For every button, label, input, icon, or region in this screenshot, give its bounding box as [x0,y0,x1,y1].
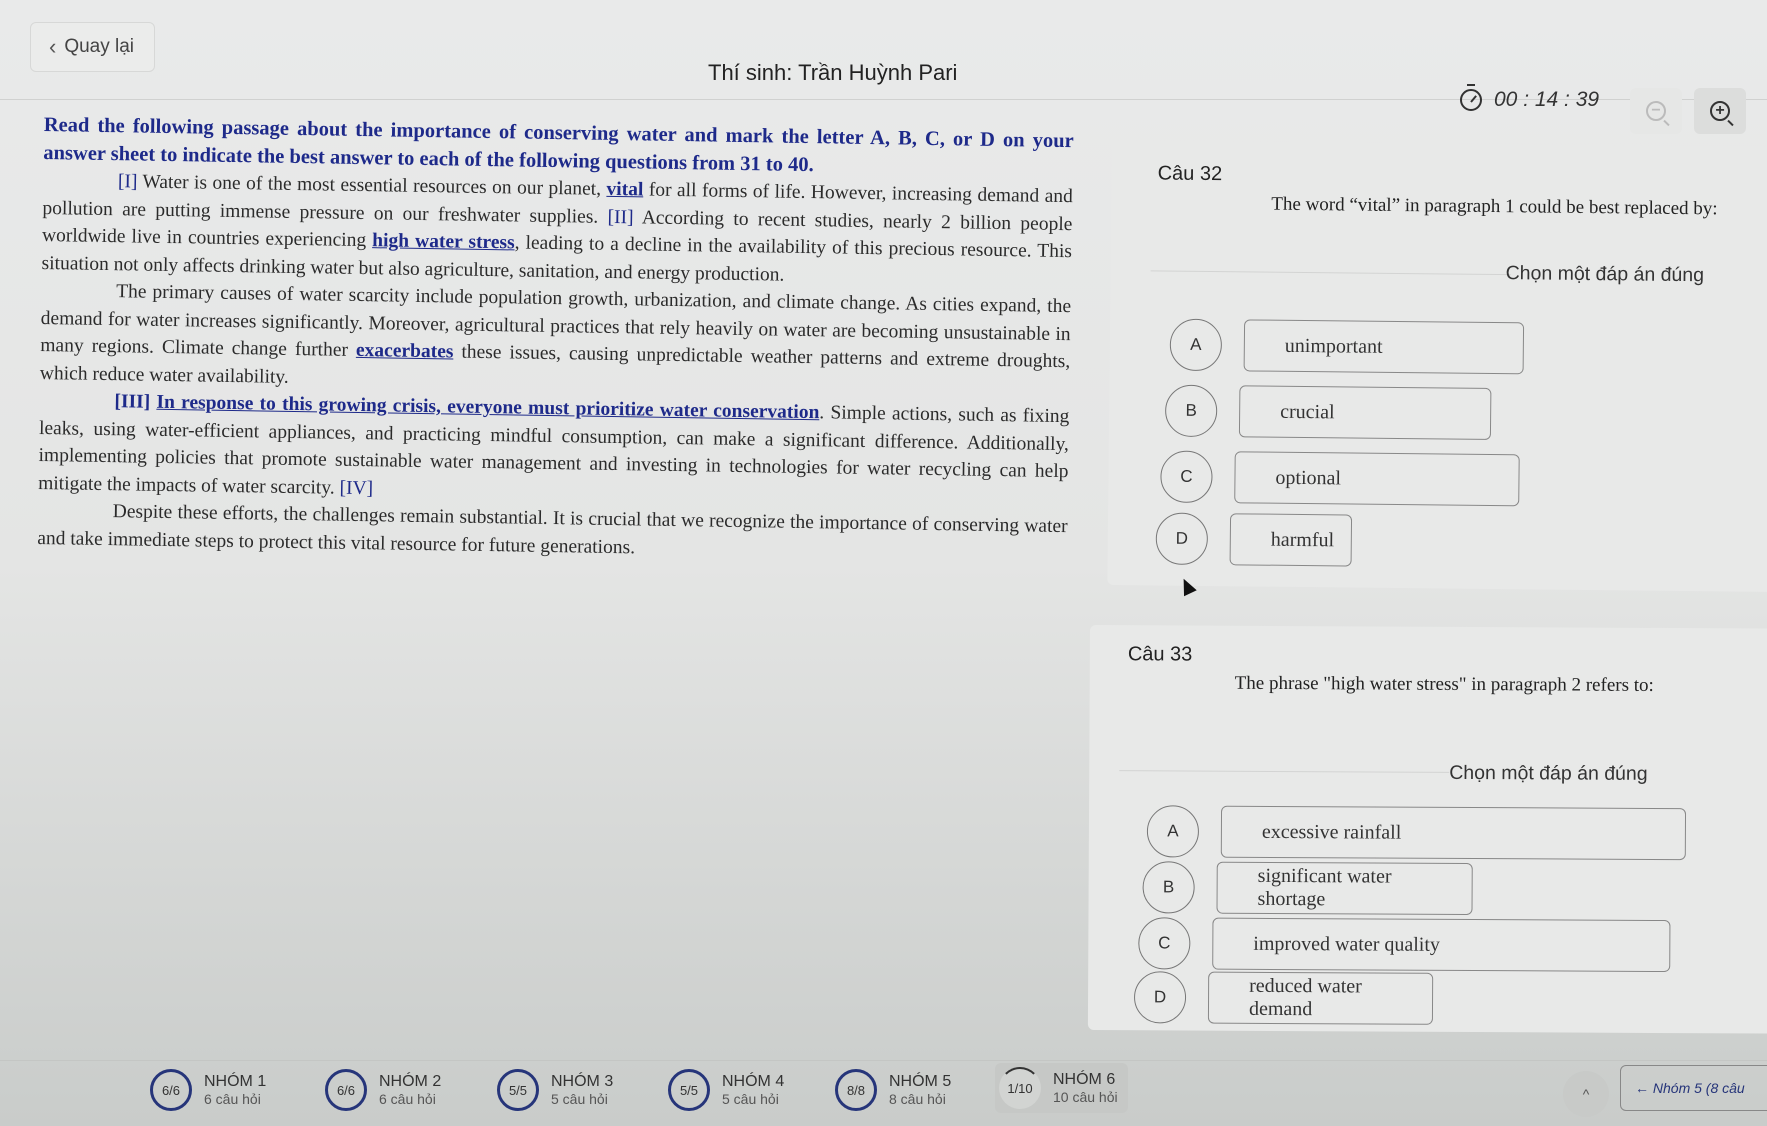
group-count: 5 câu hỏi [722,1091,779,1107]
answer-option-c[interactable]: C improved water quality [1138,917,1671,973]
divider [1119,770,1450,773]
answer-option-b[interactable]: B crucial [1164,384,1492,440]
answer-option-b[interactable]: B significant water shortage [1142,861,1473,916]
question-card: Câu 33 The phrase "high water stress" in… [1087,625,1767,1034]
text: Water is one of the most essential resou… [137,171,607,200]
group-name: NHÓM 1 [204,1073,267,1090]
group-navigation: 6/6 NHÓM 16 câu hỏi 6/6 NHÓM 26 câu hỏi … [0,1060,1767,1126]
option-letter: A [1169,318,1223,372]
zoom-in-icon: + [1710,101,1730,121]
divider [1150,270,1511,276]
zoom-out-icon: − [1646,101,1666,121]
answer-option-d[interactable]: D reduced water demand [1133,971,1434,1025]
highlighted-word: exacerbates [355,339,454,363]
answer-option-a[interactable]: A unimportant [1169,318,1525,375]
group-name: NHÓM 3 [551,1073,614,1090]
group-count: 10 câu hỏi [1053,1089,1118,1105]
paragraph-marker: [I] [117,171,138,193]
paragraph-marker: [II] [607,206,634,228]
group-name: NHÓM 4 [722,1073,785,1090]
candidate-name: Thí sinh: Trần Huỳnh Pari [708,60,958,85]
highlighted-word: vital [606,178,644,201]
question-card: Câu 32 The word “vital” in paragraph 1 c… [1107,140,1767,593]
back-label: Quay lại [64,36,135,57]
question-number: Câu 32 [1157,162,1223,186]
exam-screen: ‹ Quay lại Thí sinh: Trần Huỳnh Pari 00 … [0,0,1767,1126]
option-letter: D [1155,512,1209,566]
option-text: crucial [1238,385,1492,440]
progress-ring: 5/5 [668,1069,710,1111]
option-text: significant water shortage [1216,861,1473,916]
paragraph-marker: [III] [114,391,151,413]
group-tab[interactable]: 5/5 NHÓM 45 câu hỏi [668,1069,784,1111]
back-button[interactable]: ‹ Quay lại [30,22,155,72]
option-letter: A [1146,805,1200,858]
option-text: optional [1234,451,1520,507]
timer: 00 : 14 : 39 [1460,84,1600,112]
option-text: improved water quality [1212,917,1671,973]
answer-option-a[interactable]: A excessive rainfall [1146,805,1687,861]
group-count: 6 câu hỏi [379,1091,436,1107]
progress-ring: 5/5 [497,1069,539,1111]
header: ‹ Quay lại Thí sinh: Trần Huỳnh Pari 00 … [0,0,1767,134]
option-letter: C [1160,450,1213,504]
chevron-left-icon: ‹ [49,34,57,59]
option-letter: C [1138,917,1191,970]
answer-option-d[interactable]: D harmful [1155,512,1353,567]
option-letter: B [1164,384,1218,438]
option-letter: D [1133,971,1187,1024]
paragraph-marker: [IV] [339,477,374,499]
question-number: Câu 33 [1127,643,1193,666]
progress-ring: 1/10 [999,1067,1041,1109]
choose-one-label: Chọn một đáp án đúng [1449,761,1648,785]
progress-ring: 6/6 [150,1069,192,1111]
highlighted-phrase: high water stress [372,230,515,254]
zoom-out-button[interactable]: − [1630,88,1682,134]
paragraph-1: [I] Water is one of the most essential r… [41,167,1073,293]
paragraph-3: [III] In response to this growing crisis… [38,387,1070,513]
group-count: 6 câu hỏi [204,1091,261,1107]
stopwatch-icon [1460,84,1482,111]
zoom-in-button[interactable]: + [1694,88,1746,134]
group-tab-active[interactable]: 1/10 NHÓM 6 10 câu hỏi [995,1063,1128,1113]
paragraph-2: The primary causes of water scarcity inc… [40,277,1072,403]
scroll-up-button[interactable]: ^ [1563,1071,1609,1117]
option-text: reduced water demand [1207,971,1434,1025]
group-tab[interactable]: 8/8 NHÓM 58 câu hỏi [835,1069,951,1111]
progress-ring: 6/6 [325,1069,367,1111]
previous-group-label: ← Nhóm 5 (8 câu [1635,1080,1745,1096]
group-name: NHÓM 5 [889,1073,952,1090]
choose-one-label: Chọn một đáp án đúng [1505,262,1705,287]
group-count: 5 câu hỏi [551,1091,608,1107]
option-text: excessive rainfall [1220,805,1687,861]
answer-option-c[interactable]: C optional [1160,450,1520,507]
reading-passage: Read the following passage about the imp… [37,112,1074,568]
group-tab[interactable]: 6/6 NHÓM 16 câu hỏi [150,1069,266,1111]
group-tab[interactable]: 6/6 NHÓM 26 câu hỏi [325,1069,441,1111]
option-text: unimportant [1243,319,1525,375]
group-name: NHÓM 2 [379,1073,442,1090]
group-tab[interactable]: 5/5 NHÓM 35 câu hỏi [497,1069,613,1111]
progress-ring: 8/8 [835,1069,877,1111]
group-count: 8 câu hỏi [889,1091,946,1107]
question-text: The word “vital” in paragraph 1 could be… [1271,193,1718,220]
group-name: NHÓM 6 [1053,1071,1116,1088]
option-letter: B [1142,861,1195,914]
timer-value: 00 : 14 : 39 [1494,88,1600,111]
question-text: The phrase "high water stress" in paragr… [1234,672,1654,696]
previous-group-button[interactable]: ← Nhóm 5 (8 câu [1620,1065,1767,1111]
option-text: harmful [1229,513,1353,567]
chevron-up-icon: ^ [1582,1086,1590,1102]
